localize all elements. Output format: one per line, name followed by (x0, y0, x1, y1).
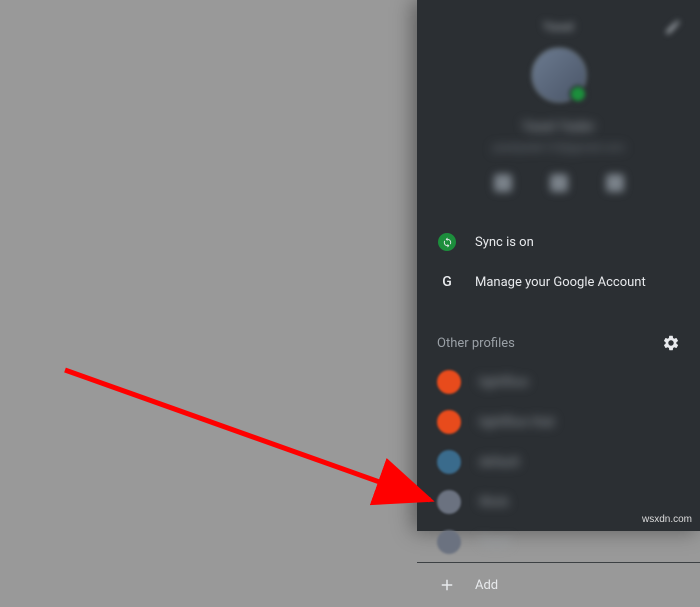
action-icon-3[interactable] (606, 174, 624, 192)
add-section: Add (417, 562, 700, 607)
profile-item-label: default (479, 455, 519, 470)
profile-item[interactable]: Yasel (417, 522, 700, 562)
profile-menu-panel: Yasel Yasel Yader yaselyader123@gmail.co… (417, 0, 700, 531)
add-profile-button[interactable]: Add (417, 563, 700, 607)
quick-action-row (433, 174, 684, 192)
sync-menu-item[interactable]: Sync is on (417, 222, 700, 262)
profile-avatar-icon (437, 490, 461, 514)
edit-icon[interactable] (664, 18, 682, 36)
profile-avatar-icon (437, 530, 461, 554)
other-profiles-title: Other profiles (437, 336, 515, 351)
profile-avatar-icon (437, 370, 461, 394)
profile-item-label: lightflow (479, 375, 529, 390)
profile-avatar-icon (437, 410, 461, 434)
manage-account-menu-item[interactable]: G Manage your Google Account (417, 262, 700, 302)
current-profile-section: Yasel Yasel Yader yaselyader123@gmail.co… (417, 0, 700, 216)
profile-item[interactable]: lightflow (417, 362, 700, 402)
action-icon-1[interactable] (494, 174, 512, 192)
profile-item[interactable]: default (417, 442, 700, 482)
profile-item-label: Yasel (479, 535, 510, 550)
account-menu-section: Sync is on G Manage your Google Account (417, 216, 700, 308)
profile-item-label: Work (479, 495, 509, 510)
google-icon: G (437, 272, 457, 292)
watermark: wsxdn.com (642, 514, 692, 525)
profile-name: Yasel Yader (433, 119, 684, 135)
profile-item-label: lightflow that (479, 415, 555, 430)
current-profile-avatar[interactable] (531, 47, 587, 103)
sync-icon (437, 232, 457, 252)
plus-icon (437, 575, 457, 595)
add-label: Add (475, 578, 498, 593)
action-icon-2[interactable] (550, 174, 568, 192)
sync-badge-icon (569, 85, 587, 103)
profile-email: yaselyader123@gmail.com (433, 141, 684, 154)
manage-account-label: Manage your Google Account (475, 275, 646, 290)
sync-label: Sync is on (475, 235, 534, 250)
other-profiles-list: lightflow lightflow that default Work Yasel (417, 362, 700, 562)
profile-heading: Yasel (433, 20, 684, 35)
profile-avatar-icon (437, 450, 461, 474)
settings-icon[interactable] (662, 334, 680, 352)
other-profiles-header: Other profiles (417, 320, 700, 362)
profile-item[interactable]: lightflow that (417, 402, 700, 442)
